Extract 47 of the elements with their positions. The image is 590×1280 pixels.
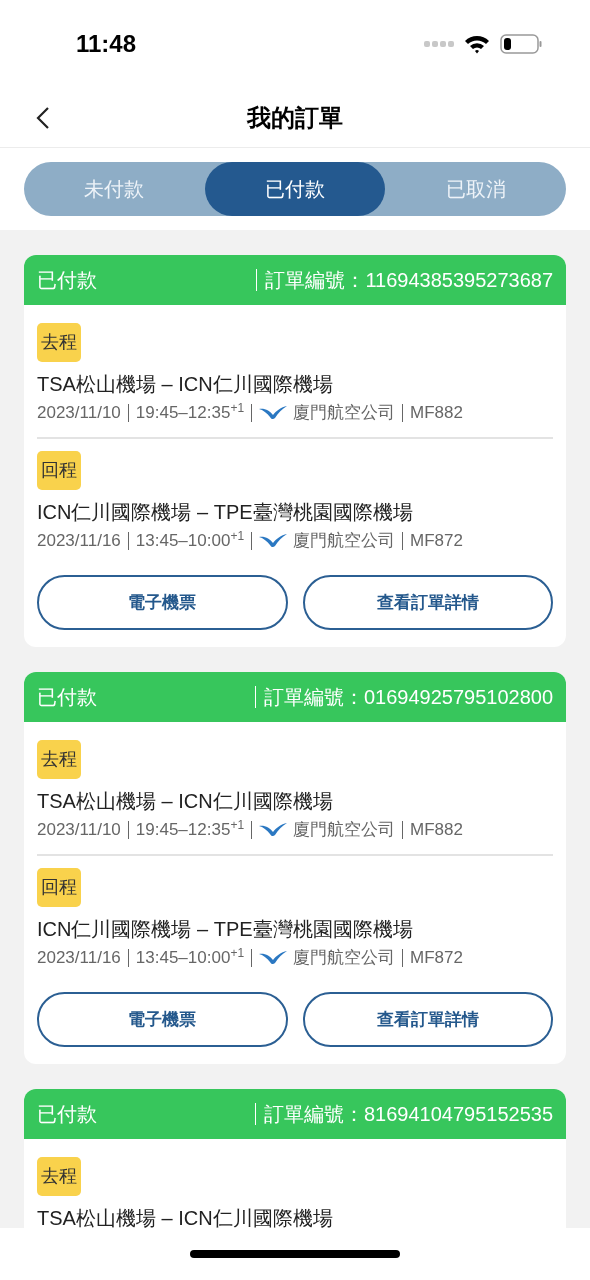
battery-icon bbox=[500, 34, 542, 54]
order-action-button[interactable]: 電子機票 bbox=[37, 575, 288, 630]
order-number: 訂單編號：11694385395273687 bbox=[265, 268, 553, 293]
airline-name: 廈門航空公司 bbox=[293, 947, 396, 969]
trip-tag: 去程 bbox=[37, 323, 81, 362]
flight-date: 2023/11/10 bbox=[37, 402, 121, 424]
status-time: 11:48 bbox=[76, 29, 137, 59]
order-status: 已付款 bbox=[37, 1102, 97, 1127]
route-text: TSA松山機場 – ICN仁川國際機場 bbox=[37, 789, 334, 814]
signal-dots-icon bbox=[424, 40, 454, 48]
airline-name: 廈門航空公司 bbox=[293, 402, 396, 424]
trip-tag: 回程 bbox=[37, 451, 81, 490]
trip-tag: 去程 bbox=[37, 740, 81, 779]
tab[interactable]: 已付款 bbox=[204, 162, 386, 216]
flight-date: 2023/11/10 bbox=[37, 819, 121, 841]
flight-number: MF882 bbox=[410, 402, 463, 424]
flight-number: MF882 bbox=[410, 819, 463, 841]
flight-time: 19:45–12:35$^{+1}$ bbox=[135, 818, 245, 841]
bird-logo-icon bbox=[259, 534, 288, 548]
flight-time: 13:45–10:00$^{+1}$ bbox=[135, 946, 245, 969]
order-action-button[interactable]: 查看訂單詳情 bbox=[302, 992, 553, 1047]
flight-time: 19:45–12:35$^{+1}$ bbox=[135, 401, 245, 424]
bird-logo-icon bbox=[259, 823, 288, 837]
wifi-icon bbox=[464, 34, 490, 54]
flight-number: MF872 bbox=[410, 530, 463, 552]
bird-logo-icon bbox=[259, 406, 288, 420]
route-text: TSA松山機場 – ICN仁川國際機場 bbox=[37, 1206, 334, 1228]
page-title: 我的訂單 bbox=[247, 102, 343, 133]
order-number: 訂單編號：81694104795152535 bbox=[263, 1102, 553, 1127]
order-action-button[interactable]: 電子機票 bbox=[37, 992, 288, 1047]
order-number: 訂單編號：01694925795102800 bbox=[263, 685, 553, 710]
order-status: 已付款 bbox=[37, 268, 97, 293]
flight-time: 13:45–10:00$^{+1}$ bbox=[135, 529, 245, 552]
back-icon[interactable] bbox=[36, 105, 50, 130]
flight-date: 2023/11/16 bbox=[37, 530, 121, 552]
order-action-button[interactable]: 查看訂單詳情 bbox=[302, 575, 553, 630]
flight-number: MF872 bbox=[410, 947, 463, 969]
flight-date: 2023/11/16 bbox=[37, 947, 121, 969]
airline-name: 廈門航空公司 bbox=[293, 819, 396, 841]
bird-logo-icon bbox=[259, 951, 288, 965]
trip-tag: 回程 bbox=[37, 868, 81, 907]
route-text: ICN仁川國際機場 – TPE臺灣桃園國際機場 bbox=[37, 500, 414, 525]
airline-name: 廈門航空公司 bbox=[293, 530, 396, 552]
route-text: TSA松山機場 – ICN仁川國際機場 bbox=[37, 372, 334, 397]
route-text: ICN仁川國際機場 – TPE臺灣桃園國際機場 bbox=[37, 917, 414, 942]
trip-tag: 去程 bbox=[37, 1157, 81, 1196]
order-status: 已付款 bbox=[37, 685, 97, 710]
